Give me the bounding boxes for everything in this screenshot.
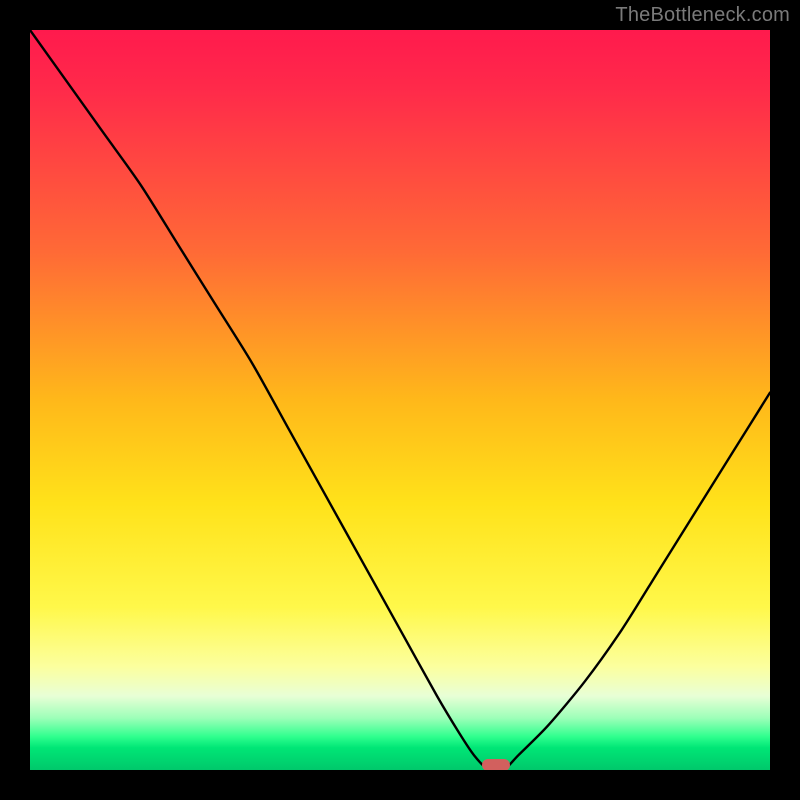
bottleneck-curve bbox=[30, 30, 770, 770]
optimal-point-marker bbox=[482, 759, 510, 770]
chart-frame: TheBottleneck.com bbox=[0, 0, 800, 800]
watermark-text: TheBottleneck.com bbox=[615, 4, 790, 27]
plot-area bbox=[30, 30, 770, 770]
